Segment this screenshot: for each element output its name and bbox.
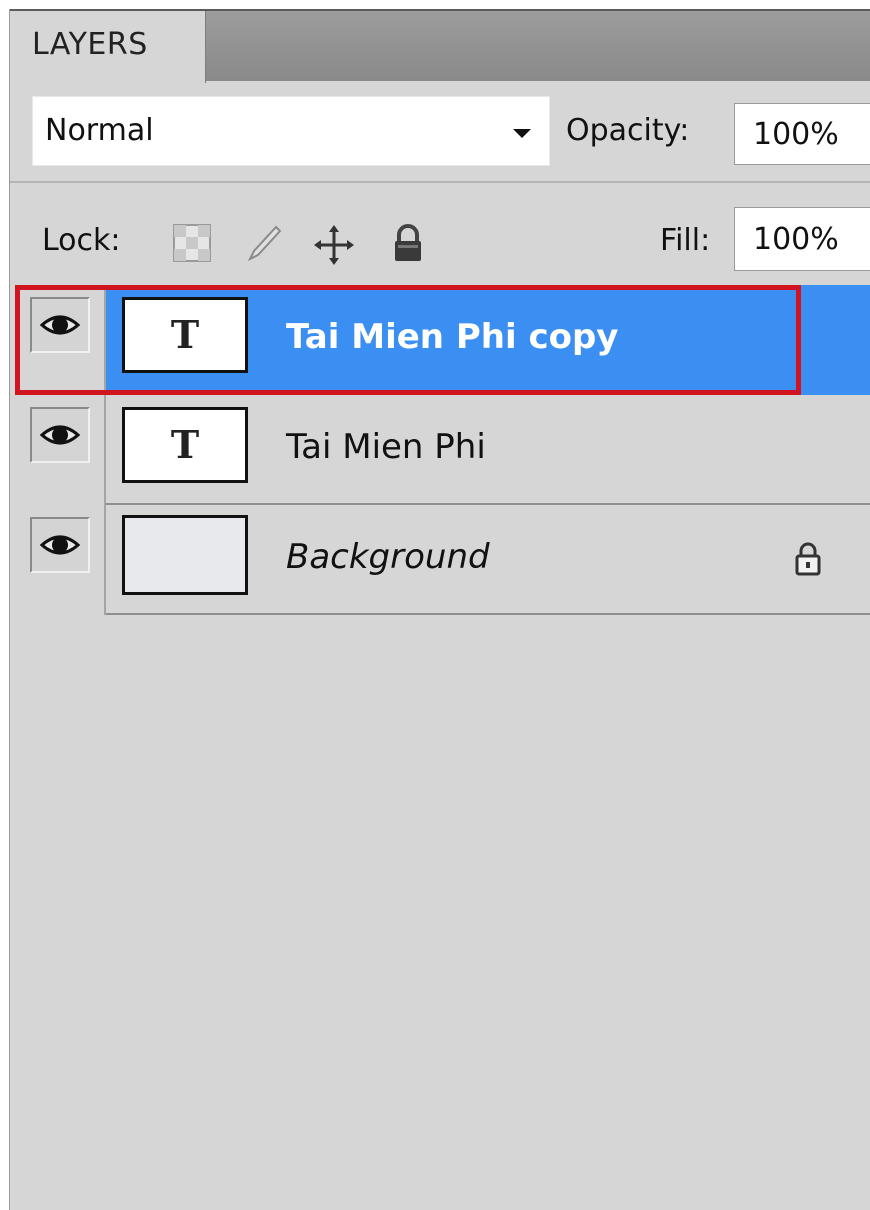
- panel-tab-bar: LAYERS: [10, 9, 870, 83]
- visibility-column: [10, 395, 106, 505]
- lock-label: Lock:: [42, 223, 121, 258]
- eye-icon: [40, 315, 80, 335]
- layers-panel: LAYERS Normal Opacity: 100% Lock: Fill: …: [9, 9, 870, 1210]
- layer-divider: [106, 613, 870, 615]
- visibility-toggle[interactable]: [30, 407, 90, 463]
- lock-image-pixels-icon[interactable]: [242, 223, 282, 263]
- layer-row-background[interactable]: Background: [10, 505, 870, 615]
- lock-all-icon[interactable]: [388, 223, 428, 263]
- text-layer-thumbnail: T: [122, 297, 248, 373]
- blend-mode-dropdown[interactable]: Normal: [32, 96, 550, 166]
- blend-mode-value: Normal: [45, 113, 154, 148]
- layer-row-tai-mien-phi-copy[interactable]: T Tai Mien Phi copy: [10, 285, 870, 395]
- visibility-toggle[interactable]: [30, 517, 90, 573]
- text-layer-glyph: T: [170, 312, 200, 357]
- tab-layers[interactable]: LAYERS: [10, 11, 206, 83]
- fill-input[interactable]: 100%: [734, 207, 870, 271]
- text-layer-glyph: T: [170, 422, 200, 467]
- lock-transparent-pixels-icon[interactable]: [172, 223, 212, 263]
- opacity-input[interactable]: 100%: [734, 103, 870, 165]
- eye-icon: [40, 425, 80, 445]
- layer-name[interactable]: Tai Mien Phi: [286, 427, 486, 467]
- text-layer-thumbnail: T: [122, 407, 248, 483]
- blend-options-row: Normal Opacity: 100%: [10, 81, 870, 183]
- visibility-column: [10, 285, 106, 395]
- layer-name[interactable]: Background: [286, 537, 490, 577]
- eye-icon: [40, 535, 80, 555]
- visibility-column: [10, 505, 106, 615]
- chevron-down-icon: [513, 129, 531, 138]
- layer-name[interactable]: Tai Mien Phi copy: [286, 317, 618, 357]
- background-layer-thumbnail: [122, 515, 248, 595]
- layer-row-tai-mien-phi[interactable]: T Tai Mien Phi: [10, 395, 870, 505]
- tab-layers-label: LAYERS: [32, 27, 148, 62]
- visibility-toggle[interactable]: [30, 297, 90, 353]
- lock-position-icon[interactable]: [312, 223, 354, 265]
- opacity-label: Opacity:: [566, 113, 690, 148]
- lock-options-row: Lock: Fill: 100%: [10, 183, 870, 289]
- lock-icon: [792, 541, 824, 581]
- fill-label: Fill:: [660, 223, 711, 258]
